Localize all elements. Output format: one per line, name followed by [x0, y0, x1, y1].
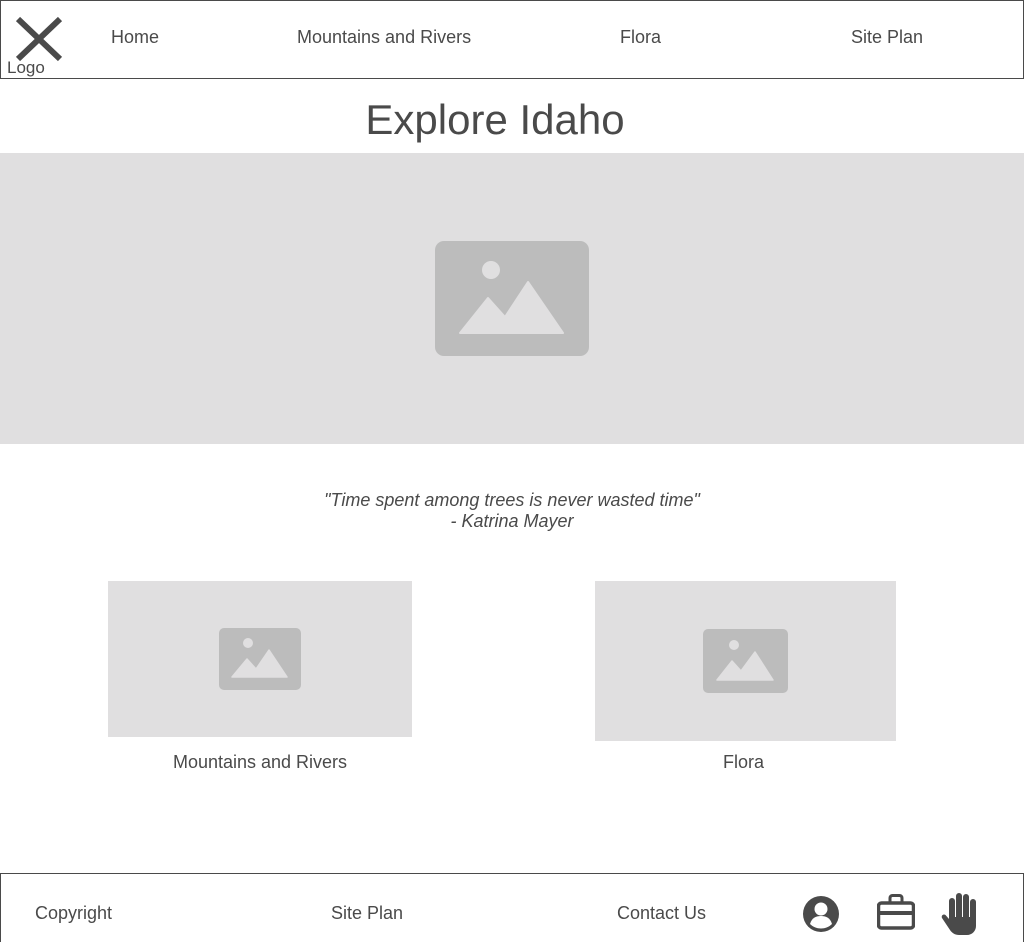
- card-label-flora[interactable]: Flora: [593, 752, 894, 773]
- card-image-flora[interactable]: [595, 581, 896, 741]
- nav-item-flora[interactable]: Flora: [620, 27, 661, 48]
- close-x-icon: [15, 16, 63, 62]
- nav-item-mountains-and-rivers[interactable]: Mountains and Rivers: [297, 27, 471, 48]
- footer-link-contact-us[interactable]: Contact Us: [617, 903, 706, 924]
- footer-link-site-plan[interactable]: Site Plan: [331, 903, 403, 924]
- image-placeholder-icon: [219, 628, 301, 690]
- logo-label: Logo: [7, 58, 45, 77]
- page-title: Explore Idaho: [365, 96, 625, 143]
- card-label-mountains-and-rivers[interactable]: Mountains and Rivers: [108, 752, 412, 773]
- page: Logo Home Mountains and Rivers Flora Sit…: [0, 0, 1024, 942]
- quote-text: "Time spent among trees is never wasted …: [324, 490, 700, 510]
- site-header: Logo Home Mountains and Rivers Flora Sit…: [0, 0, 1024, 79]
- hand-icon[interactable]: [940, 891, 984, 936]
- quote-author: - Katrina Mayer: [450, 511, 574, 531]
- footer-link-copyright[interactable]: Copyright: [35, 903, 112, 924]
- quote: "Time spent among trees is never wasted …: [0, 490, 1024, 532]
- site-footer: Copyright Site Plan Contact Us: [0, 873, 1024, 942]
- image-placeholder-icon: [703, 629, 788, 693]
- logo[interactable]: Logo: [6, 13, 66, 77]
- briefcase-icon[interactable]: [877, 894, 915, 930]
- hero-image: [0, 153, 1024, 444]
- image-placeholder-icon: [435, 241, 589, 356]
- nav-item-site-plan[interactable]: Site Plan: [851, 27, 923, 48]
- nav-item-home[interactable]: Home: [111, 27, 159, 48]
- card-image-mountains-and-rivers[interactable]: [108, 581, 412, 737]
- user-circle-icon[interactable]: [802, 895, 840, 933]
